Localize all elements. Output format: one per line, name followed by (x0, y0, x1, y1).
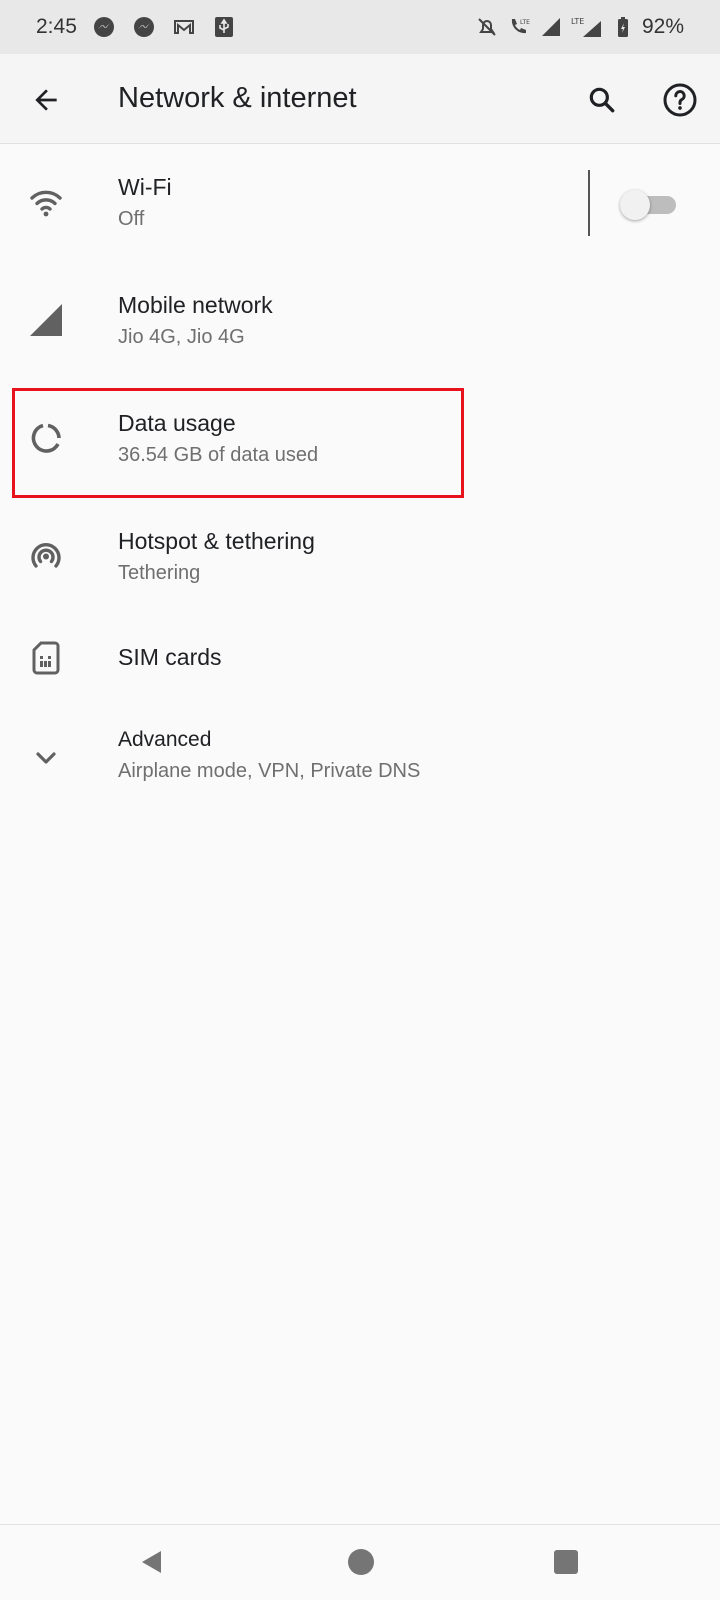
row-divider (588, 170, 590, 236)
chevron-down-icon (26, 738, 66, 778)
svg-text:LTE: LTE (520, 19, 530, 26)
advanced-label: Advanced (118, 728, 212, 751)
navigation-bar (0, 1524, 720, 1600)
nav-back-icon (142, 1551, 161, 1573)
hotspot-sub: Tethering (118, 562, 201, 584)
svg-text:LTE: LTE (571, 17, 584, 26)
wifi-row[interactable]: Wi-Fi Off (0, 144, 720, 262)
highlight-box (12, 388, 464, 498)
gmail-icon (171, 14, 197, 40)
nav-recents-button[interactable] (554, 1550, 578, 1574)
help-icon (663, 83, 697, 117)
hotspot-label: Hotspot & tethering (118, 528, 315, 554)
nav-home-button[interactable] (348, 1549, 374, 1575)
status-time: 2:45 (36, 15, 77, 38)
help-button[interactable] (662, 82, 698, 118)
advanced-row[interactable]: Advanced Airplane mode, VPN, Private DNS (0, 716, 720, 816)
toggle-thumb (620, 190, 650, 220)
mute-icon (474, 14, 500, 40)
hotspot-icon (26, 536, 66, 576)
hotspot-row[interactable]: Hotspot & tethering Tethering (0, 498, 720, 616)
search-button[interactable] (586, 84, 618, 116)
mobile-network-sub: Jio 4G, Jio 4G (118, 326, 245, 348)
sim-cards-row[interactable]: SIM cards (0, 616, 720, 716)
mobile-network-label: Mobile network (118, 292, 273, 318)
back-button[interactable] (30, 84, 62, 116)
mobile-network-row[interactable]: Mobile network Jio 4G, Jio 4G (0, 262, 720, 380)
battery-percent: 92% (641, 15, 684, 38)
status-right: LTE LTE 92% (474, 14, 684, 40)
lte-signal-icon: LTE (570, 14, 604, 40)
wifi-icon (26, 182, 66, 222)
page-title: Network & internet (118, 82, 357, 114)
sim-card-icon (26, 638, 66, 678)
signal-icon (26, 300, 66, 340)
volte-call-icon: LTE (506, 14, 532, 40)
status-left: 2:45 (36, 14, 237, 40)
sim-cards-label: SIM cards (118, 644, 222, 670)
status-bar: 2:45 LTE LTE 92% (0, 0, 720, 54)
battery-icon (610, 14, 636, 40)
app-bar: Network & internet (0, 54, 720, 144)
messenger-icon (131, 14, 157, 40)
messenger-icon (91, 14, 117, 40)
wifi-label: Wi-Fi (118, 174, 172, 200)
signal-icon (538, 14, 564, 40)
wifi-status: Off (118, 208, 145, 230)
usb-icon (211, 14, 237, 40)
advanced-sub: Airplane mode, VPN, Private DNS (118, 760, 421, 782)
search-icon (589, 87, 615, 113)
wifi-toggle[interactable] (620, 188, 680, 220)
arrow-left-icon (35, 89, 57, 111)
nav-back-button[interactable] (136, 1547, 166, 1577)
